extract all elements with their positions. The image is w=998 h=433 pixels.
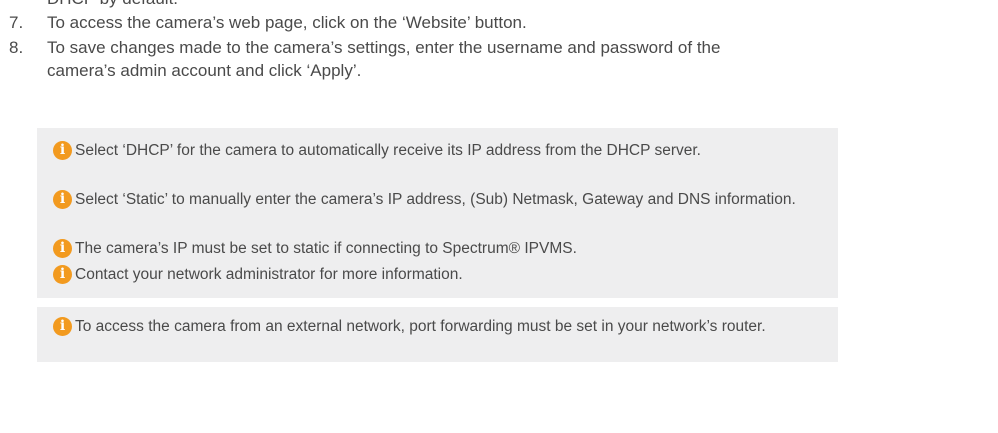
note-box-port-forwarding: i To access the camera from an external … bbox=[37, 307, 838, 362]
info-icon: i bbox=[53, 239, 72, 258]
note-item: i Select ‘Static’ to manually enter the … bbox=[53, 189, 826, 210]
note-item: i To access the camera from an external … bbox=[53, 316, 826, 337]
step-text: To save changes made to the camera’s set… bbox=[47, 38, 721, 57]
step-number: 7. bbox=[9, 13, 24, 32]
step-6-cutoff-text: DHCP by default. bbox=[47, 0, 178, 10]
note-item: i Contact your network administrator for… bbox=[53, 264, 826, 285]
info-icon: i bbox=[53, 317, 72, 336]
step-number: 8. bbox=[9, 38, 24, 57]
info-icon: i bbox=[53, 265, 72, 284]
note-text: Select ‘DHCP’ for the camera to automati… bbox=[75, 142, 701, 159]
note-text: The camera’s IP must be set to static if… bbox=[75, 240, 577, 257]
step-text-continuation: camera’s admin account and click ‘Apply’… bbox=[47, 61, 362, 80]
note-text: Select ‘Static’ to manually enter the ca… bbox=[75, 191, 796, 208]
note-text: Contact your network administrator for m… bbox=[75, 266, 463, 283]
note-box-network-settings: i Select ‘DHCP’ for the camera to automa… bbox=[37, 128, 838, 298]
note-item: i Select ‘DHCP’ for the camera to automa… bbox=[53, 140, 826, 161]
note-text: To access the camera from an external ne… bbox=[75, 318, 766, 335]
note-item: i The camera’s IP must be set to static … bbox=[53, 238, 826, 259]
info-icon: i bbox=[53, 190, 72, 209]
info-icon: i bbox=[53, 141, 72, 160]
step-text: To access the camera’s web page, click o… bbox=[47, 13, 527, 32]
